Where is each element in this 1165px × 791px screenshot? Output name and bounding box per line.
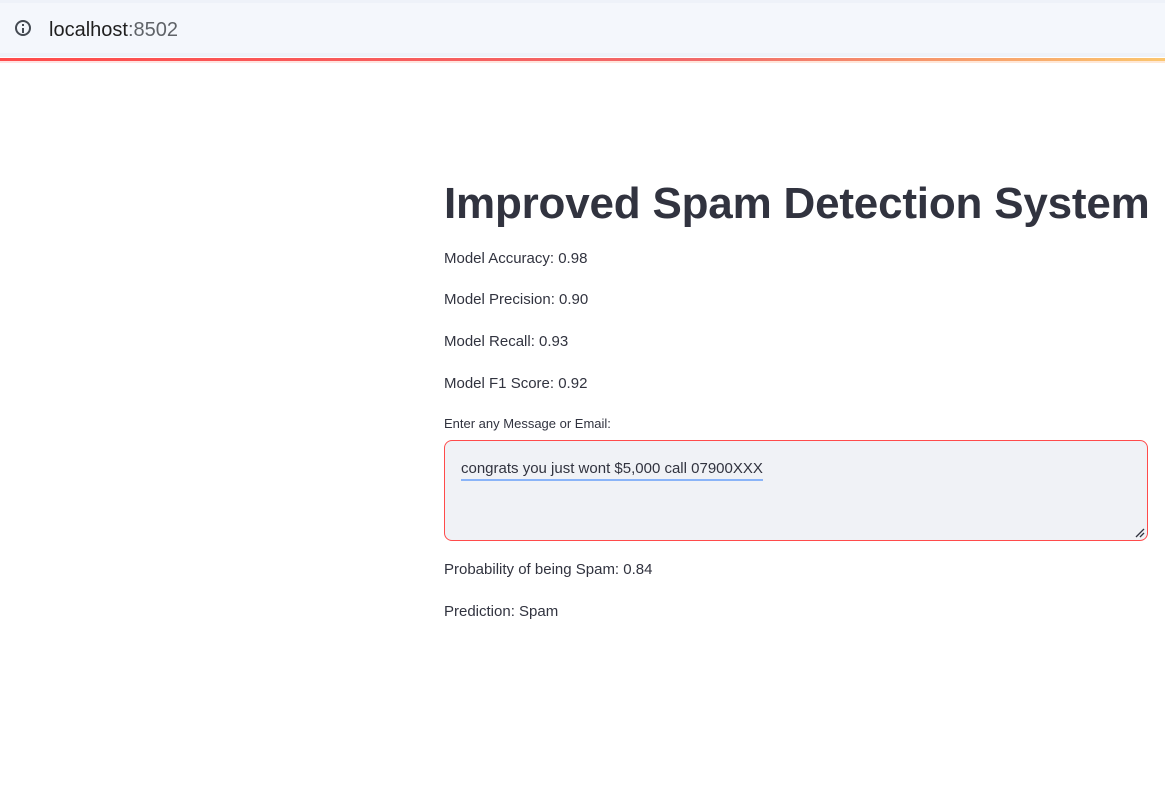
model-f1-text: Model F1 Score: 0.92: [444, 375, 588, 392]
prediction-text: Prediction: Spam: [444, 603, 559, 620]
model-precision-text: Model Precision: 0.90: [444, 291, 589, 308]
message-input-label: Enter any Message or Email:: [444, 416, 611, 431]
spam-probability-text: Probability of being Spam: 0.84: [444, 561, 653, 578]
message-textarea-value[interactable]: congrats you just wont $5,000 call 07900…: [461, 459, 763, 481]
resize-handle-icon[interactable]: [1133, 526, 1145, 538]
message-textarea[interactable]: congrats you just wont $5,000 call 07900…: [444, 440, 1148, 541]
model-recall-text: Model Recall: 0.93: [444, 333, 569, 350]
address-bar[interactable]: localhost:8502: [0, 3, 1165, 53]
model-accuracy-text: Model Accuracy: 0.98: [444, 250, 588, 267]
info-icon[interactable]: [15, 20, 31, 36]
url-host: localhost: [49, 19, 128, 41]
header-decoration-shadow: [0, 61, 1165, 63]
page-title: Improved Spam Detection System: [444, 179, 1150, 228]
url-text[interactable]: localhost:8502: [49, 18, 178, 42]
browser-toolbar: localhost:8502: [0, 0, 1165, 57]
url-port: :8502: [127, 19, 178, 41]
